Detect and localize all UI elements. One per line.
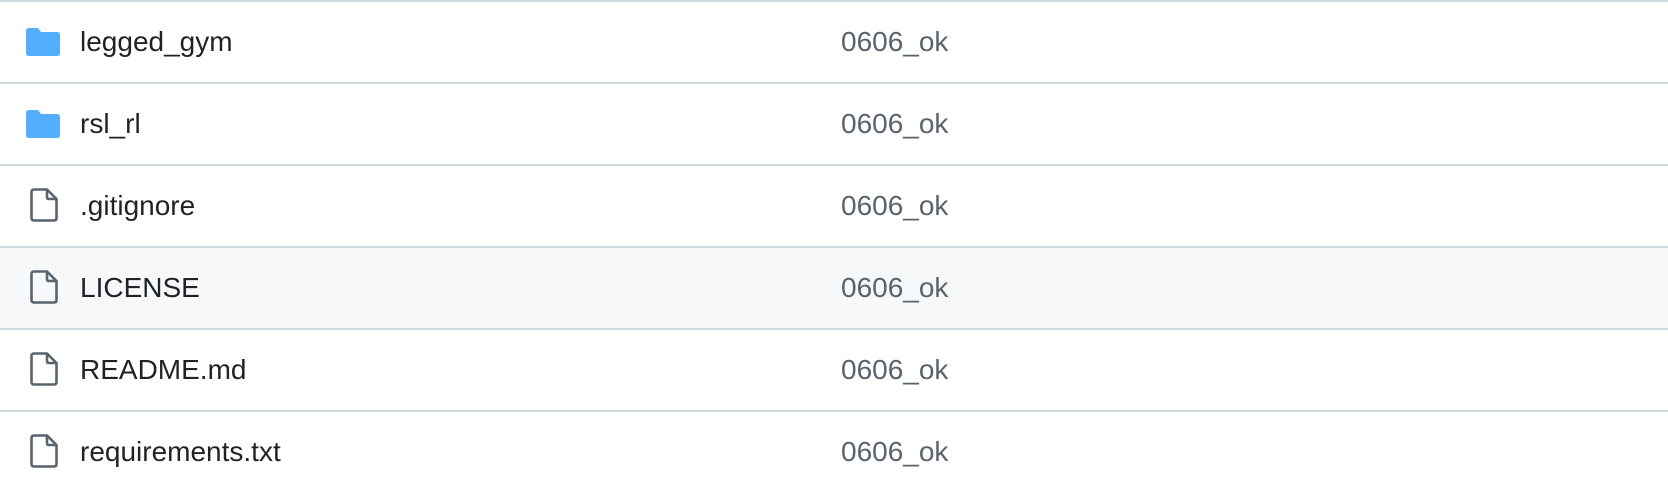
commit-message-link[interactable]: 0606_ok [841,412,948,492]
file-row-gitignore[interactable]: .gitignore 0606_ok [0,166,1668,248]
file-name-link[interactable]: rsl_rl [80,84,141,164]
file-name-link[interactable]: LICENSE [80,248,200,328]
file-icon [30,352,66,386]
file-name-link[interactable]: legged_gym [80,2,233,82]
file-row-legged-gym[interactable]: legged_gym 0606_ok [0,2,1668,84]
file-row-license[interactable]: LICENSE 0606_ok [0,248,1668,330]
file-row-rsl-rl[interactable]: rsl_rl 0606_ok [0,84,1668,166]
commit-message-link[interactable]: 0606_ok [841,330,948,410]
file-row-requirements[interactable]: requirements.txt 0606_ok [0,412,1668,494]
commit-message-link[interactable]: 0606_ok [841,84,948,164]
file-icon [30,270,66,304]
commit-message-link[interactable]: 0606_ok [841,2,948,82]
file-icon [30,434,66,468]
file-icon [30,188,66,222]
file-row-readme[interactable]: README.md 0606_ok [0,330,1668,412]
file-name-link[interactable]: .gitignore [80,166,195,246]
folder-icon [26,110,62,140]
folder-icon [26,28,62,58]
commit-message-link[interactable]: 0606_ok [841,248,948,328]
file-name-link[interactable]: requirements.txt [80,412,281,492]
commit-message-link[interactable]: 0606_ok [841,166,948,246]
file-list: legged_gym 0606_ok rsl_rl 0606_ok .gitig… [0,0,1668,492]
file-name-link[interactable]: README.md [80,330,246,410]
